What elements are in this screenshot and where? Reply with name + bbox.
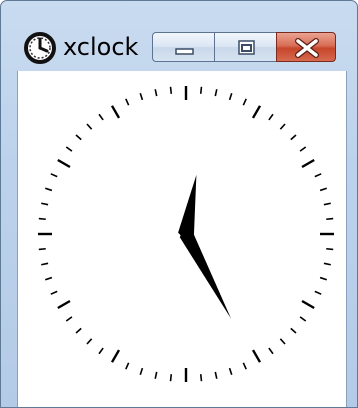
minute-tick bbox=[75, 134, 82, 141]
minute-tick bbox=[228, 92, 233, 101]
clock-face bbox=[38, 86, 334, 382]
close-button[interactable] bbox=[276, 32, 336, 62]
minute-tick bbox=[154, 89, 158, 97]
minute-tick bbox=[299, 316, 307, 322]
minute-hand bbox=[179, 228, 232, 319]
hour-tick bbox=[251, 349, 262, 363]
maximize-icon bbox=[238, 40, 255, 55]
title-bar[interactable]: xclock bbox=[1, 1, 357, 71]
window-title: xclock bbox=[63, 33, 139, 61]
minute-tick bbox=[169, 86, 173, 94]
minute-tick bbox=[323, 262, 331, 266]
minute-tick bbox=[44, 276, 53, 281]
minute-tick bbox=[98, 113, 104, 121]
minute-tick bbox=[139, 92, 144, 101]
xclock-window: xclock bbox=[0, 0, 358, 408]
minute-tick bbox=[139, 367, 144, 376]
minute-tick bbox=[290, 134, 297, 141]
minute-tick bbox=[279, 338, 286, 345]
minute-tick bbox=[38, 217, 46, 221]
minute-tick bbox=[50, 173, 58, 178]
maximize-button[interactable] bbox=[214, 32, 277, 62]
minute-tick bbox=[65, 146, 73, 152]
minute-tick bbox=[326, 217, 334, 221]
minute-tick bbox=[314, 290, 322, 295]
minute-tick bbox=[125, 98, 130, 106]
minute-tick bbox=[86, 338, 93, 345]
minute-tick bbox=[44, 187, 53, 192]
minute-tick bbox=[41, 202, 49, 206]
minute-tick bbox=[125, 362, 130, 370]
minute-tick bbox=[319, 276, 328, 281]
minute-tick bbox=[98, 347, 104, 355]
minimize-button[interactable] bbox=[152, 32, 215, 62]
minute-tick bbox=[323, 202, 331, 206]
clock-area bbox=[17, 71, 347, 407]
minimize-icon bbox=[175, 48, 194, 55]
minute-tick bbox=[41, 262, 49, 266]
minute-tick bbox=[86, 123, 93, 130]
hour-tick bbox=[57, 299, 71, 310]
minute-tick bbox=[242, 362, 247, 370]
minute-tick bbox=[199, 374, 203, 382]
minute-tick bbox=[65, 316, 73, 322]
minute-tick bbox=[326, 247, 334, 251]
minute-tick bbox=[75, 327, 82, 334]
hour-tick bbox=[110, 105, 121, 119]
minute-tick bbox=[169, 374, 173, 382]
minute-tick bbox=[319, 187, 328, 192]
minute-tick bbox=[314, 173, 322, 178]
minute-tick bbox=[214, 89, 218, 97]
minute-tick bbox=[214, 371, 218, 379]
clock-icon[interactable] bbox=[23, 31, 57, 65]
minute-tick bbox=[290, 327, 297, 334]
hour-tick bbox=[251, 105, 262, 119]
close-icon bbox=[295, 38, 319, 58]
minute-tick bbox=[279, 123, 286, 130]
minute-tick bbox=[228, 367, 233, 376]
minute-tick bbox=[268, 113, 274, 121]
minute-tick bbox=[268, 347, 274, 355]
minute-tick bbox=[154, 371, 158, 379]
hour-tick bbox=[301, 158, 315, 169]
hour-tick bbox=[110, 349, 121, 363]
minute-tick bbox=[38, 247, 46, 251]
hour-tick bbox=[57, 158, 71, 169]
hour-tick bbox=[301, 299, 315, 310]
minute-tick bbox=[50, 290, 58, 295]
minute-tick bbox=[199, 86, 203, 94]
minute-tick bbox=[242, 98, 247, 106]
minute-tick bbox=[299, 146, 307, 152]
